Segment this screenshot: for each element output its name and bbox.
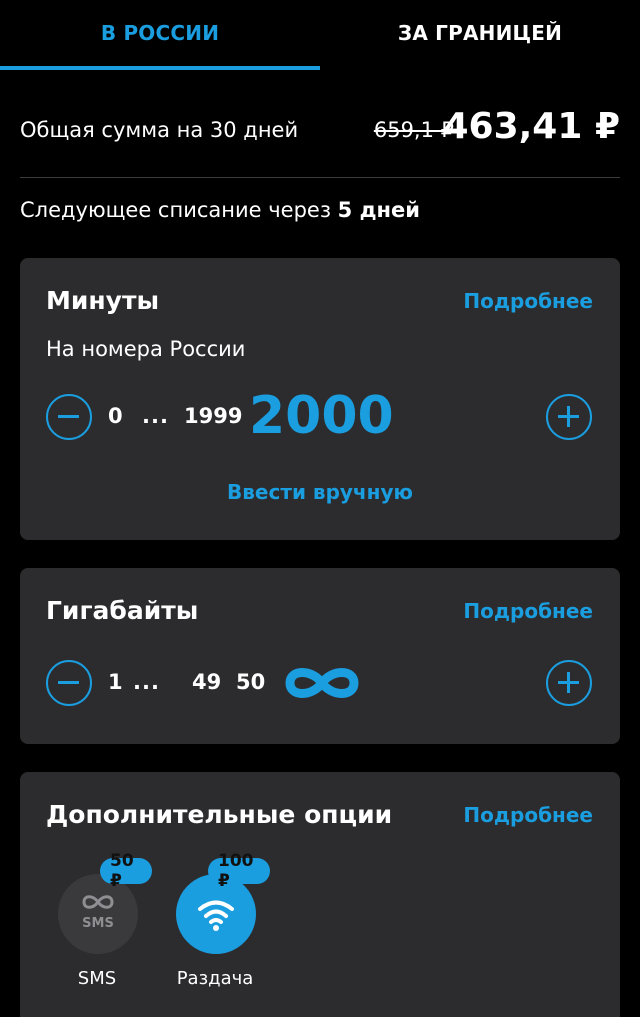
minutes-title: Минуты <box>46 286 160 315</box>
option-hotspot[interactable]: 100 ₽ Раздача <box>160 851 270 989</box>
extras-details-link[interactable]: Подробнее <box>463 803 593 827</box>
next-charge-value: 5 дней <box>337 198 421 222</box>
minutes-subtitle: На номера России <box>46 337 246 361</box>
infinity-icon[interactable] <box>282 665 362 701</box>
infinity-sms-icon <box>82 895 114 909</box>
gigabytes-card: Гигабайты Подробнее 1 ... 49 50 <box>20 568 620 744</box>
region-tabs: В РОССИИ ЗА ГРАНИЦЕЙ <box>0 0 640 70</box>
tab-russia[interactable]: В РОССИИ <box>0 0 320 66</box>
minutes-selected-value[interactable]: 2000 <box>249 386 394 446</box>
total-label: Общая сумма на 30 дней <box>20 118 299 142</box>
gigabytes-scale-next[interactable]: 50 <box>236 670 265 694</box>
hotspot-price-badge: 100 ₽ <box>208 851 270 891</box>
sms-icon-caption: SMS <box>82 916 114 931</box>
minutes-card: Минуты Подробнее На номера России 0 ... … <box>20 258 620 540</box>
gigabytes-decrease-button[interactable] <box>46 660 92 706</box>
manual-input-link[interactable]: Ввести вручную <box>20 480 620 504</box>
wifi-icon <box>198 900 234 931</box>
extras-card: Дополнительные опции Подробнее SMS 50 ₽ … <box>20 772 620 1017</box>
active-tab-indicator <box>0 66 320 70</box>
sms-price-badge: 50 ₽ <box>100 851 152 891</box>
next-charge-text: Следующее списание через 5 дней <box>20 198 420 222</box>
gigabytes-scale-prev[interactable]: 49 <box>192 670 221 694</box>
minus-icon <box>58 415 79 418</box>
minutes-decrease-button[interactable] <box>46 394 92 440</box>
minutes-details-link[interactable]: Подробнее <box>463 289 593 313</box>
tab-abroad[interactable]: ЗА ГРАНИЦЕЙ <box>320 0 640 66</box>
minutes-scale-prev[interactable]: 1999 <box>184 404 242 428</box>
extras-title: Дополнительные опции <box>46 800 393 829</box>
hotspot-label: Раздача <box>176 968 254 989</box>
new-price: 463,41 ₽ <box>443 106 620 147</box>
minutes-scale-start[interactable]: 0 <box>108 404 123 428</box>
old-price: 659,1 ₽ <box>373 118 454 142</box>
option-sms[interactable]: SMS 50 ₽ SMS <box>42 851 152 989</box>
minutes-scale-dots: ... <box>142 404 169 428</box>
minutes-increase-button[interactable] <box>546 394 592 440</box>
gigabytes-scale-start[interactable]: 1 <box>108 670 123 694</box>
sms-label: SMS <box>77 968 117 989</box>
minus-icon <box>58 681 79 684</box>
gigabytes-details-link[interactable]: Подробнее <box>463 599 593 623</box>
next-charge-prefix: Следующее списание через <box>20 198 338 222</box>
gigabytes-title: Гигабайты <box>46 596 199 625</box>
gigabytes-increase-button[interactable] <box>546 660 592 706</box>
total-summary: Общая сумма на 30 дней 659,1 ₽ 463,41 ₽ <box>20 104 620 160</box>
gigabytes-scale-dots: ... <box>133 670 160 694</box>
divider <box>20 177 620 178</box>
